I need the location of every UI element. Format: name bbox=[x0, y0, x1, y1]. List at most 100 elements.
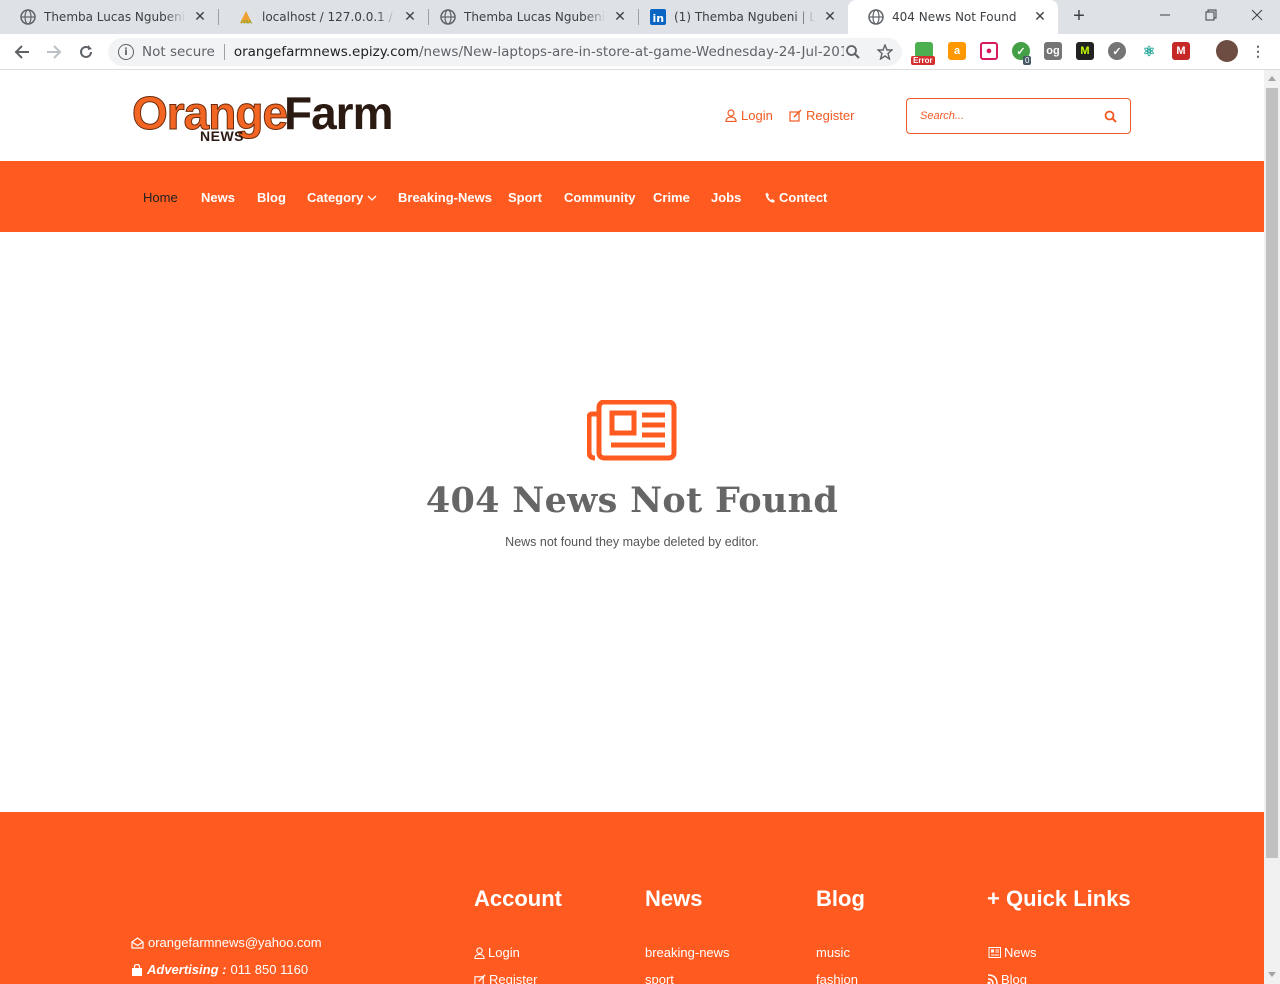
globe-icon bbox=[868, 9, 884, 25]
browser-tab[interactable]: Themba Lucas Ngubeni - Fu ✕ bbox=[0, 0, 218, 34]
close-icon bbox=[1251, 9, 1263, 21]
main-nav: Home News Blog Category Breaking-News Sp… bbox=[0, 161, 1264, 232]
m-extension-icon[interactable]: M bbox=[1076, 42, 1094, 60]
browser-tab[interactable]: Themba Lucas Ngubeni - Fu ✕ bbox=[420, 0, 638, 34]
browser-toolbar: i Not secure orangefarmnews.epizy.com /n… bbox=[0, 34, 1280, 70]
nav-item-sport[interactable]: Sport bbox=[508, 190, 542, 205]
nav-item-contact[interactable]: Contect bbox=[765, 190, 827, 205]
close-icon[interactable]: ✕ bbox=[402, 9, 418, 25]
newspaper-icon bbox=[587, 400, 677, 461]
url-text: orangefarmnews.epizy.com /news/New-lapto… bbox=[234, 44, 844, 60]
minimize-button[interactable] bbox=[1142, 0, 1188, 30]
footer-register-link[interactable]: Register bbox=[474, 972, 537, 984]
nav-label: Blog bbox=[257, 190, 286, 205]
footer-login-link[interactable]: Login bbox=[474, 945, 520, 960]
close-icon[interactable]: ✕ bbox=[1032, 9, 1048, 25]
browser-tab[interactable]: PMA localhost / 127.0.0.1 / portfo ✕ bbox=[218, 0, 428, 34]
envelope-open-icon bbox=[131, 936, 144, 949]
footer-quick-blog-link[interactable]: Blog bbox=[987, 972, 1027, 984]
login-link[interactable]: Login bbox=[725, 108, 773, 123]
search-input[interactable] bbox=[907, 110, 1090, 122]
logo-farm-text: Farm bbox=[284, 87, 393, 139]
security-label: Not secure bbox=[142, 44, 215, 60]
react-icon[interactable]: ⚛ bbox=[1140, 42, 1158, 60]
svg-text:in: in bbox=[653, 12, 665, 25]
minimize-icon bbox=[1160, 14, 1170, 16]
restore-icon bbox=[1205, 9, 1217, 21]
bookmark-star-icon[interactable] bbox=[877, 44, 893, 60]
forward-button[interactable] bbox=[42, 40, 66, 64]
scroll-up-icon[interactable] bbox=[1268, 76, 1276, 81]
extension-count-badge: 0 bbox=[1023, 56, 1032, 65]
restore-button[interactable] bbox=[1188, 0, 1234, 30]
close-icon[interactable]: ✕ bbox=[822, 9, 838, 25]
checkmark-circle-icon[interactable]: ✓ bbox=[1108, 42, 1126, 60]
edit-icon bbox=[789, 109, 802, 122]
reload-button[interactable] bbox=[74, 40, 98, 64]
nav-item-home[interactable]: Home bbox=[143, 190, 178, 205]
footer-link[interactable]: breaking-news bbox=[645, 945, 730, 960]
phpmyadmin-icon: PMA bbox=[238, 9, 254, 25]
nav-item-crime[interactable]: Crime bbox=[653, 190, 690, 205]
nav-item-blog[interactable]: Blog bbox=[257, 190, 286, 205]
shopping-bag-icon[interactable]: a bbox=[948, 42, 966, 60]
footer-link-label: News bbox=[1004, 945, 1037, 960]
footer-link-label: Blog bbox=[1001, 972, 1028, 984]
footer-email[interactable]: orangefarmnews@yahoo.com bbox=[131, 935, 322, 950]
nav-item-category[interactable]: Category bbox=[307, 190, 377, 205]
site-footer: orangefarmnews@yahoo.com Advertising : 0… bbox=[0, 812, 1264, 984]
footer-link[interactable]: fashion bbox=[816, 972, 858, 984]
search-box bbox=[906, 98, 1131, 134]
register-link[interactable]: Register bbox=[789, 108, 854, 123]
mcafee-shield-icon[interactable]: M bbox=[1172, 42, 1190, 60]
user-icon bbox=[474, 946, 485, 959]
close-icon[interactable]: ✕ bbox=[612, 9, 628, 25]
nav-label: Contect bbox=[779, 190, 828, 205]
nav-item-breaking-news[interactable]: Breaking-News bbox=[398, 190, 492, 205]
nav-label: Jobs bbox=[711, 190, 742, 205]
kebab-menu-icon[interactable]: ⋮ bbox=[1249, 42, 1267, 60]
reload-icon bbox=[80, 45, 92, 58]
footer-quick-links-title: + Quick Links bbox=[987, 886, 1131, 911]
address-bar[interactable]: i Not secure orangefarmnews.epizy.com /n… bbox=[108, 38, 902, 66]
arrow-left-icon bbox=[14, 45, 29, 59]
globe-icon bbox=[20, 9, 36, 25]
not-found-section: 404 News Not Found News not found they m… bbox=[0, 400, 1264, 549]
scroll-down-icon[interactable] bbox=[1268, 972, 1276, 977]
nav-item-jobs[interactable]: Jobs bbox=[711, 190, 741, 205]
og-icon[interactable]: og bbox=[1044, 42, 1062, 60]
extension-error-badge: Error bbox=[911, 56, 935, 65]
footer-link[interactable]: sport bbox=[645, 972, 674, 984]
browser-tab[interactable]: in (1) Themba Ngubeni | Linke ✕ bbox=[630, 0, 848, 34]
page-viewport: Orange Farm NEWS Login Register Home New… bbox=[0, 70, 1264, 984]
tab-title: Themba Lucas Ngubeni - Fu bbox=[464, 10, 606, 24]
footer-link[interactable]: music bbox=[816, 945, 850, 960]
divider bbox=[223, 44, 225, 60]
footer-link-label: Login bbox=[488, 945, 520, 960]
footer-quick-news-link[interactable]: News bbox=[987, 945, 1037, 960]
email-text: orangefarmnews@yahoo.com bbox=[148, 935, 322, 950]
footer-account-title: Account bbox=[474, 886, 562, 911]
page-scrollbar[interactable] bbox=[1264, 70, 1280, 984]
pocket-icon[interactable]: ● bbox=[980, 42, 998, 60]
user-icon bbox=[725, 109, 737, 122]
footer-advertising: Advertising : 011 850 1160 bbox=[131, 962, 308, 977]
scrollbar-thumb[interactable] bbox=[1266, 88, 1278, 858]
zoom-icon[interactable] bbox=[845, 44, 861, 60]
search-button[interactable] bbox=[1090, 99, 1130, 133]
nav-item-news[interactable]: News bbox=[201, 190, 235, 205]
site-logo[interactable]: Orange Farm NEWS bbox=[131, 86, 422, 146]
close-icon[interactable]: ✕ bbox=[192, 9, 208, 25]
close-window-button[interactable] bbox=[1234, 0, 1280, 30]
new-tab-button[interactable]: + bbox=[1068, 6, 1090, 28]
nav-label: Home bbox=[143, 190, 178, 205]
nav-item-community[interactable]: Community bbox=[564, 190, 636, 205]
avatar[interactable] bbox=[1216, 40, 1238, 62]
newspaper-icon bbox=[988, 947, 1001, 958]
chevron-down-icon bbox=[367, 195, 377, 201]
browser-tab-active[interactable]: 404 News Not Found ✕ bbox=[848, 0, 1058, 34]
info-icon[interactable]: i bbox=[118, 44, 134, 60]
back-button[interactable] bbox=[10, 40, 34, 64]
page-subtitle: News not found they maybe deleted by edi… bbox=[505, 535, 759, 549]
logo-news-text: NEWS bbox=[200, 128, 244, 144]
